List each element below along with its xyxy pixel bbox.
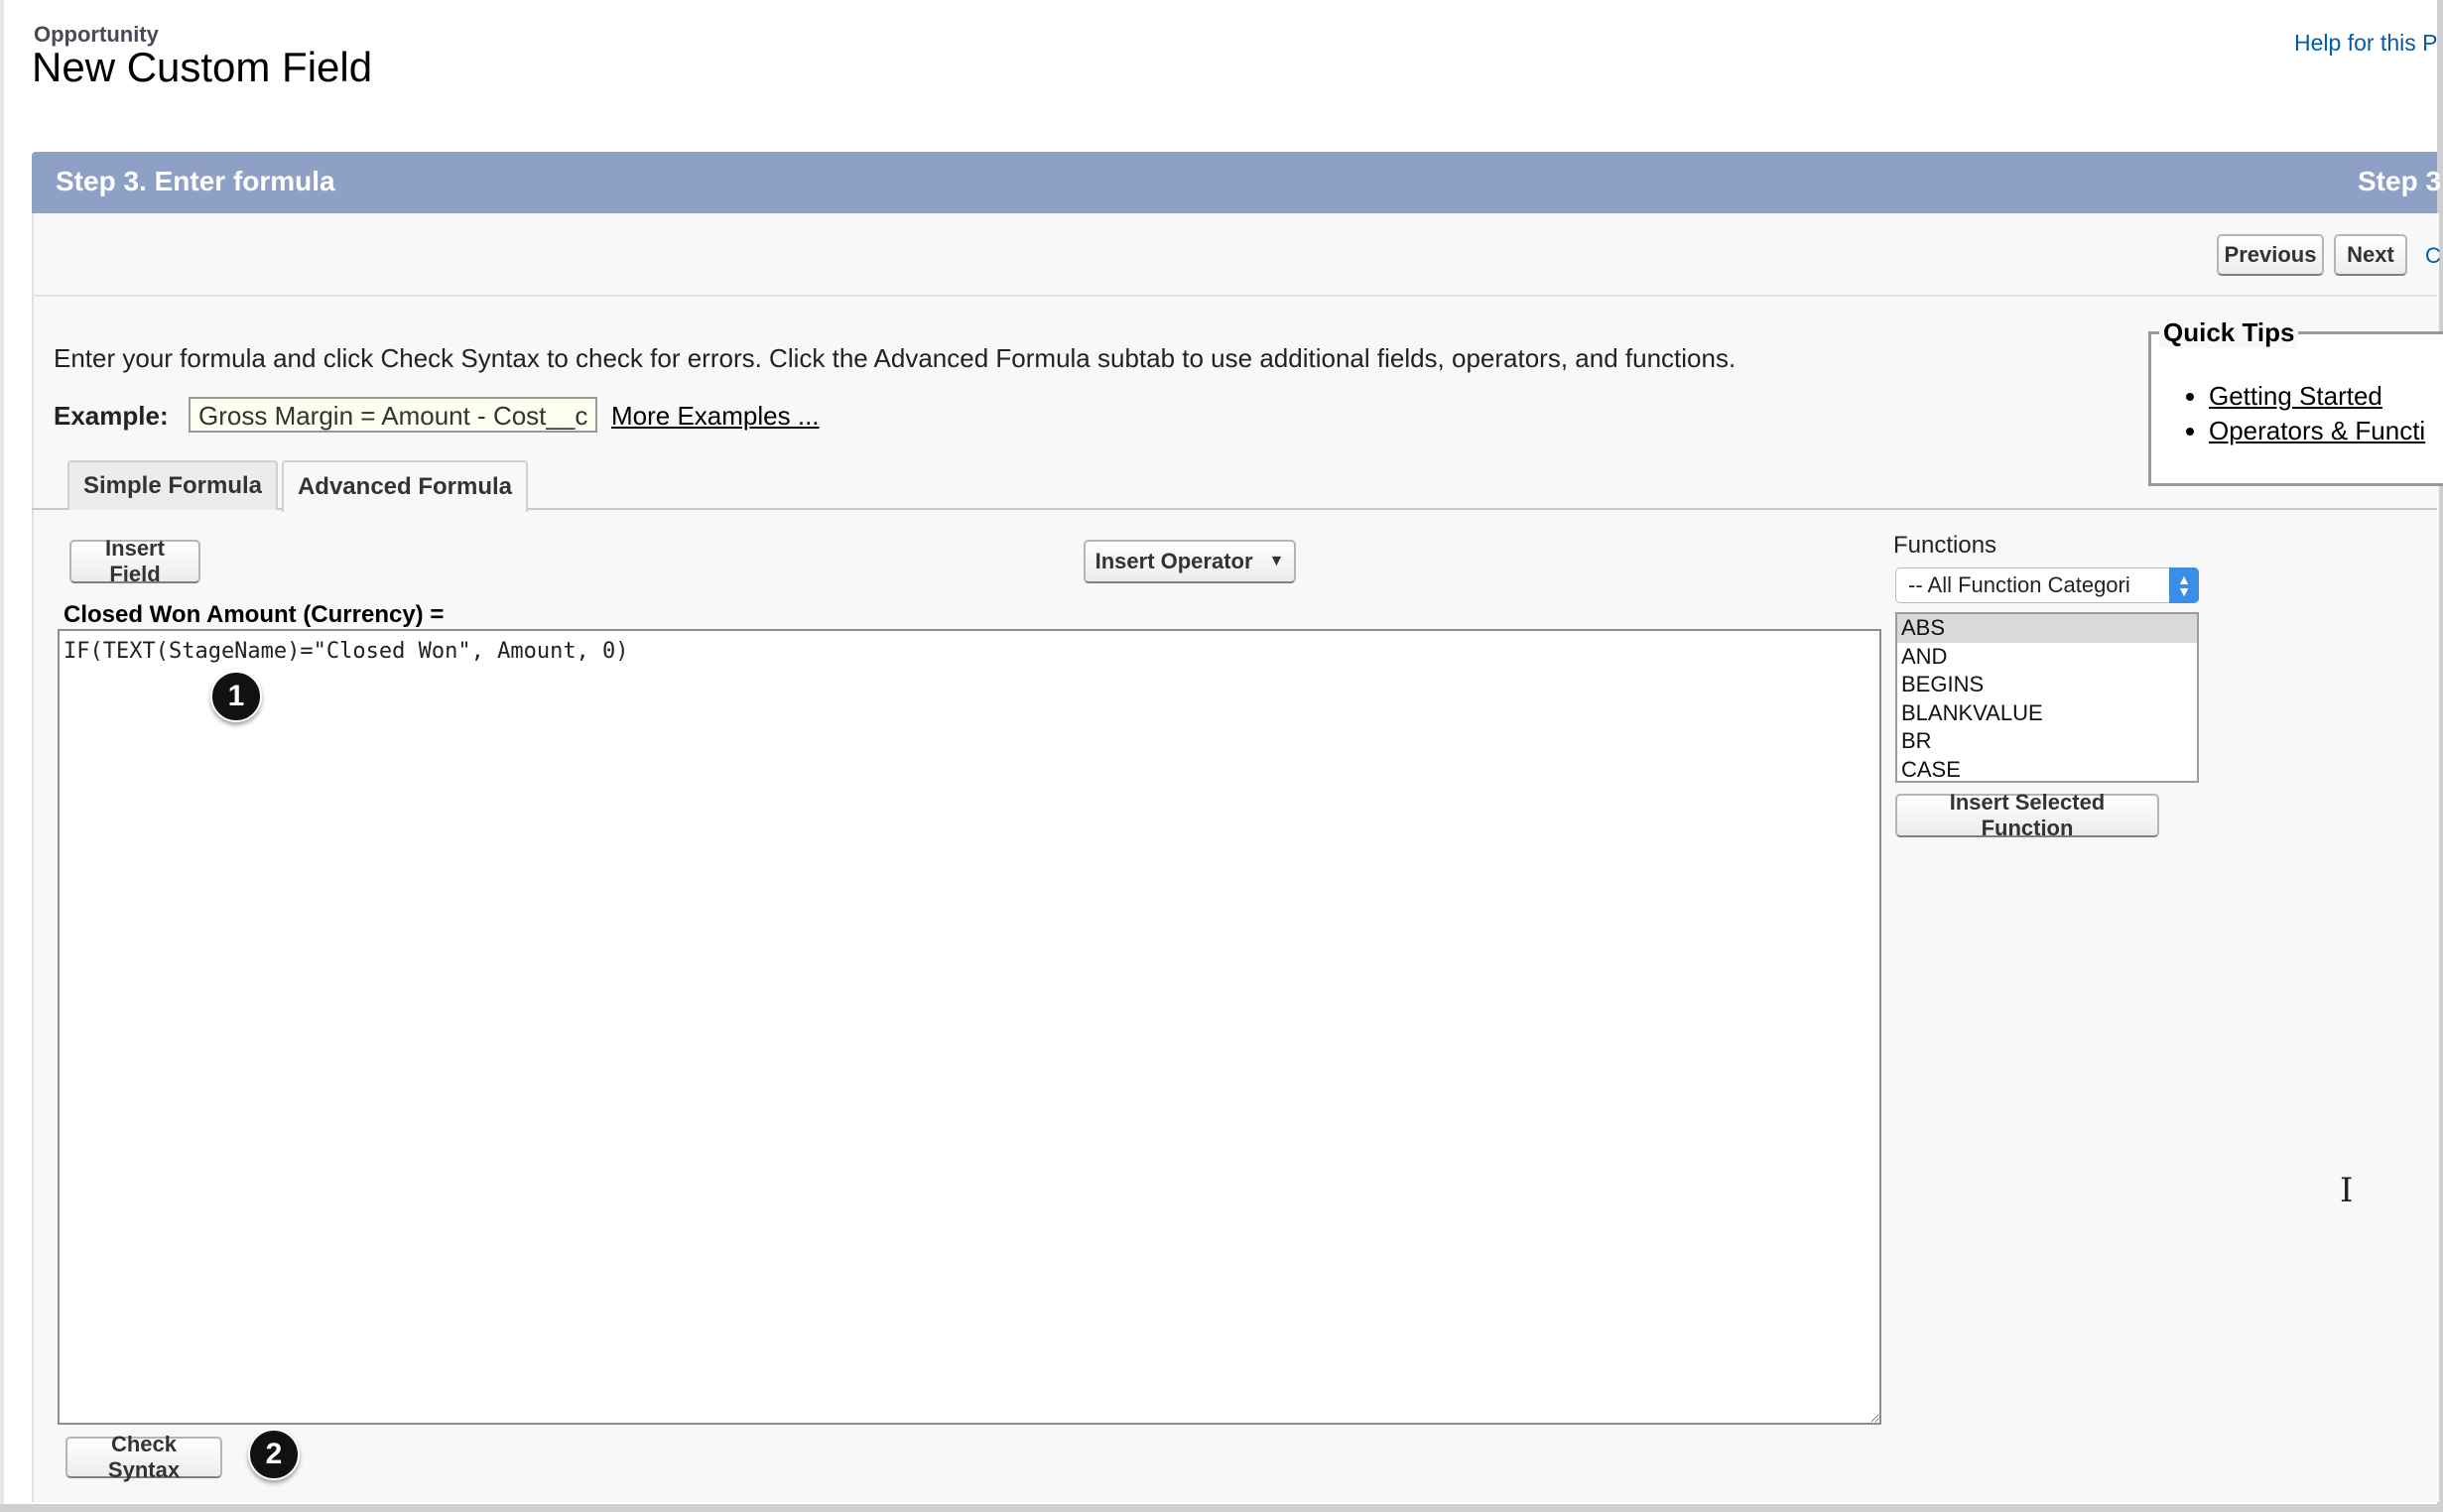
- function-item[interactable]: BR: [1897, 727, 2197, 756]
- function-item[interactable]: CASE: [1897, 756, 2197, 782]
- window-bottom-edge: [0, 1504, 2443, 1512]
- check-syntax-button[interactable]: Check Syntax: [65, 1432, 222, 1482]
- next-button[interactable]: Next: [2334, 234, 2407, 276]
- callout-badge-2: 2: [248, 1429, 300, 1480]
- quick-tip-item: Getting Started: [2209, 381, 2425, 412]
- step-title: Step 3. Enter formula: [56, 166, 335, 196]
- formula-field-label: Closed Won Amount (Currency) =: [64, 601, 445, 628]
- insert-field-button[interactable]: Insert Field: [69, 536, 200, 586]
- previous-button[interactable]: Previous: [2217, 234, 2324, 276]
- example-label: Example:: [54, 401, 169, 431]
- text-cursor-icon: I: [2340, 1171, 2354, 1210]
- function-item[interactable]: BEGINS: [1897, 671, 2197, 699]
- example-field: Gross Margin = Amount - Cost__c: [189, 397, 597, 433]
- functions-listbox[interactable]: ABS AND BEGINS BLANKVALUE BR CASE: [1895, 612, 2199, 783]
- formula-editor[interactable]: IF(TEXT(StageName)="Closed Won", Amount,…: [58, 629, 1881, 1425]
- window-left-edge: [0, 0, 4, 1512]
- tab-advanced-formula[interactable]: Advanced Formula: [282, 460, 528, 512]
- function-category-select[interactable]: -- All Function Categori: [1895, 567, 2199, 603]
- function-item[interactable]: AND: [1897, 643, 2197, 672]
- quick-tip-item: Operators & Functi: [2209, 416, 2425, 446]
- help-link[interactable]: Help for this P: [2294, 30, 2437, 57]
- dropdown-caret-icon: ▼: [1268, 553, 1285, 569]
- select-arrows-icon[interactable]: ▲ ▼: [2169, 567, 2199, 603]
- step-header-bar: Step 3. Enter formula Step 3: [32, 152, 2441, 213]
- page-title: New Custom Field: [32, 44, 373, 90]
- function-item[interactable]: ABS: [1897, 614, 2197, 643]
- button-row-divider: [32, 295, 2437, 297]
- tab-simple-formula[interactable]: Simple Formula: [67, 460, 278, 510]
- cancel-link[interactable]: C: [2425, 243, 2441, 269]
- insert-operator-button[interactable]: Insert Operator ▼: [1084, 540, 1296, 583]
- insert-selected-function-button[interactable]: Insert Selected Function: [1895, 790, 2159, 840]
- step-indicator: Step 3: [2358, 166, 2442, 196]
- functions-label: Functions: [1893, 532, 1997, 559]
- quick-tips-title: Quick Tips: [2159, 317, 2299, 348]
- getting-started-link[interactable]: Getting Started: [2209, 381, 2382, 411]
- operators-functions-link[interactable]: Operators & Functi: [2209, 416, 2425, 445]
- more-examples-link[interactable]: More Examples ...: [611, 401, 820, 432]
- instructions-text: Enter your formula and click Check Synta…: [54, 343, 1736, 373]
- function-item[interactable]: BLANKVALUE: [1897, 699, 2197, 728]
- insert-operator-label: Insert Operator: [1094, 549, 1253, 573]
- callout-badge-1: 1: [210, 671, 262, 722]
- quick-tips-list: Getting Started Operators & Functi: [2173, 381, 2425, 450]
